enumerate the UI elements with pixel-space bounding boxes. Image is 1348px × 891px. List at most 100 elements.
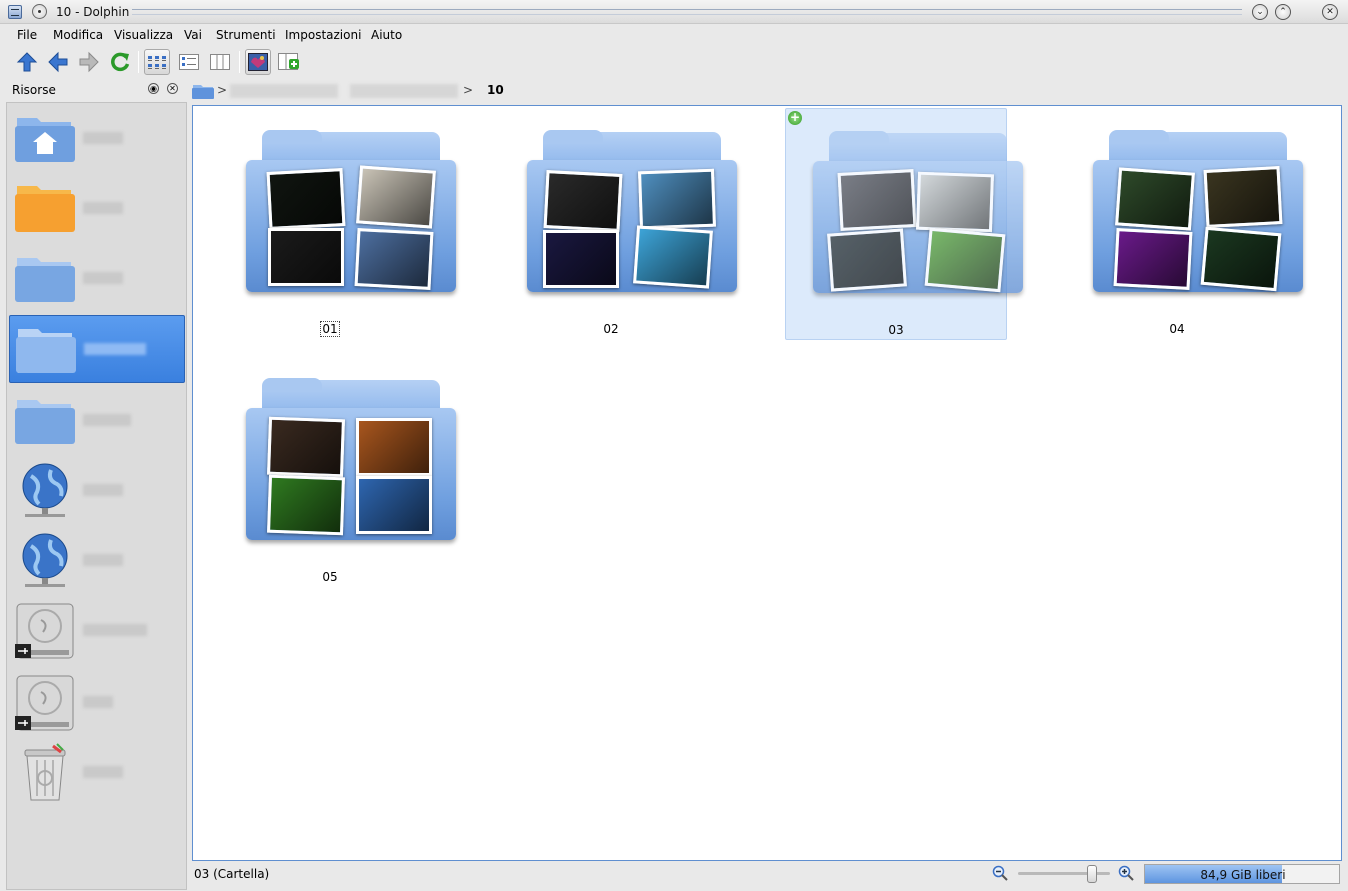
details-view-button[interactable] [176,49,202,75]
thumbnail [356,165,436,229]
network-globe-icon [22,533,68,587]
folder-item[interactable]: 04 [1066,108,1303,340]
breadcrumb-arrow[interactable]: > [217,83,227,97]
thumbnail [837,169,917,231]
arrow-left-icon [48,51,68,73]
place-label [83,484,123,496]
reload-button[interactable] [107,49,133,75]
up-button[interactable] [14,49,40,75]
thumbnail [916,171,994,233]
place-item-folder-selected[interactable] [9,315,185,383]
places-panel-title: Risorse [12,83,56,97]
folder-icon[interactable] [192,83,214,99]
folder-name: 05 [322,570,338,584]
free-space-label: 84,9 GiB liberi [1200,868,1286,882]
arrow-right-icon [79,51,99,73]
window-menu-button[interactable] [32,4,47,19]
minimize-button[interactable]: ⌄ [1252,4,1268,20]
folder-icon [15,258,75,302]
dolphin-app-icon[interactable] [8,5,22,19]
reload-icon [111,52,130,72]
thumbnail [633,225,713,289]
window-title: 10 - Dolphin [56,5,130,19]
hard-drive-icon [15,675,74,731]
close-button[interactable]: ✕ [1322,4,1338,20]
columns-view-button[interactable] [207,49,233,75]
place-label [84,343,146,355]
title-bar: 10 - Dolphin ⌄ ⌃ ✕ [0,0,1348,24]
thumbnail [543,230,619,288]
columns-view-icon [210,54,230,70]
icons-view-icon [148,56,166,69]
thumbnail [1200,226,1282,292]
toolbar-separator [239,51,240,73]
folder-name: 04 [1169,322,1185,336]
places-panel: Risorse ◉ ✕ [6,80,187,890]
status-bar: 03 (Cartella) 84,9 GiB liberi [192,863,1342,885]
menu-file[interactable]: File [17,28,37,42]
menu-impostazioni[interactable]: Impostazioni [285,28,361,42]
thumbnail [356,418,432,476]
menu-aiuto[interactable]: Aiuto [371,28,402,42]
folder-item[interactable]: 01 [219,108,456,340]
orange-folder-icon [15,186,75,232]
place-item-home[interactable] [9,105,185,173]
split-view-button[interactable] [276,49,302,75]
thumbnail [638,168,716,230]
place-item-folder[interactable] [9,387,185,455]
title-decoration [132,9,1242,15]
breadcrumb-arrow[interactable]: > [463,83,473,97]
place-label [83,272,123,284]
place-item-trash[interactable] [9,739,185,807]
breadcrumb-segment[interactable] [350,84,458,98]
place-label [83,766,123,778]
float-icon: ◉ [150,84,157,93]
file-view[interactable]: 01 02 + 03 04 05 [192,105,1342,861]
network-globe-icon [22,463,68,517]
thumbnail [356,476,432,534]
folder-name: 01 [320,321,340,337]
thumbnail [268,228,344,286]
details-view-icon [179,54,199,70]
folder-name: 02 [603,322,619,336]
menu-visualizza[interactable]: Visualizza [114,28,173,42]
menu-strumenti[interactable]: Strumenti [216,28,276,42]
place-label [83,624,147,636]
panel-float-button[interactable]: ◉ [148,83,159,94]
place-label [83,554,123,566]
panel-close-button[interactable]: ✕ [167,83,178,94]
places-list [6,102,187,890]
place-label [83,132,123,144]
folder-name: 03 [888,323,904,337]
breadcrumb-segment[interactable] [230,84,338,98]
icons-view-button[interactable] [144,49,170,75]
zoom-slider-handle[interactable] [1087,865,1097,883]
menu-modifica[interactable]: Modifica [53,28,103,42]
maximize-button[interactable]: ⌃ [1275,4,1291,20]
place-item-network[interactable] [9,527,185,595]
zoom-out-icon[interactable] [992,865,1008,881]
place-item-folder[interactable] [9,175,185,243]
thumbnail [924,227,1006,293]
menu-vai[interactable]: Vai [184,28,202,42]
place-item-folder[interactable] [9,245,185,313]
zoom-in-icon[interactable] [1118,865,1134,881]
forward-button[interactable] [76,49,102,75]
toolbar-separator [138,51,139,73]
preview-button[interactable] [245,49,271,75]
select-toggle-icon[interactable]: + [788,111,802,125]
folder-item-hovered[interactable]: + 03 [785,108,1023,340]
place-item-drive[interactable] [9,597,185,665]
preview-icon [248,53,268,71]
split-view-icon [278,53,299,70]
folder-icon [15,400,75,444]
back-button[interactable] [45,49,71,75]
place-item-network[interactable] [9,457,185,525]
folder-item[interactable]: 02 [500,108,737,340]
folder-icon [16,329,76,373]
folder-item[interactable]: 05 [219,356,456,588]
breadcrumb: > > 10 [192,80,1342,102]
place-item-drive[interactable] [9,669,185,737]
breadcrumb-current[interactable]: 10 [487,83,504,97]
folder-thumbnail-icon [1093,130,1303,302]
